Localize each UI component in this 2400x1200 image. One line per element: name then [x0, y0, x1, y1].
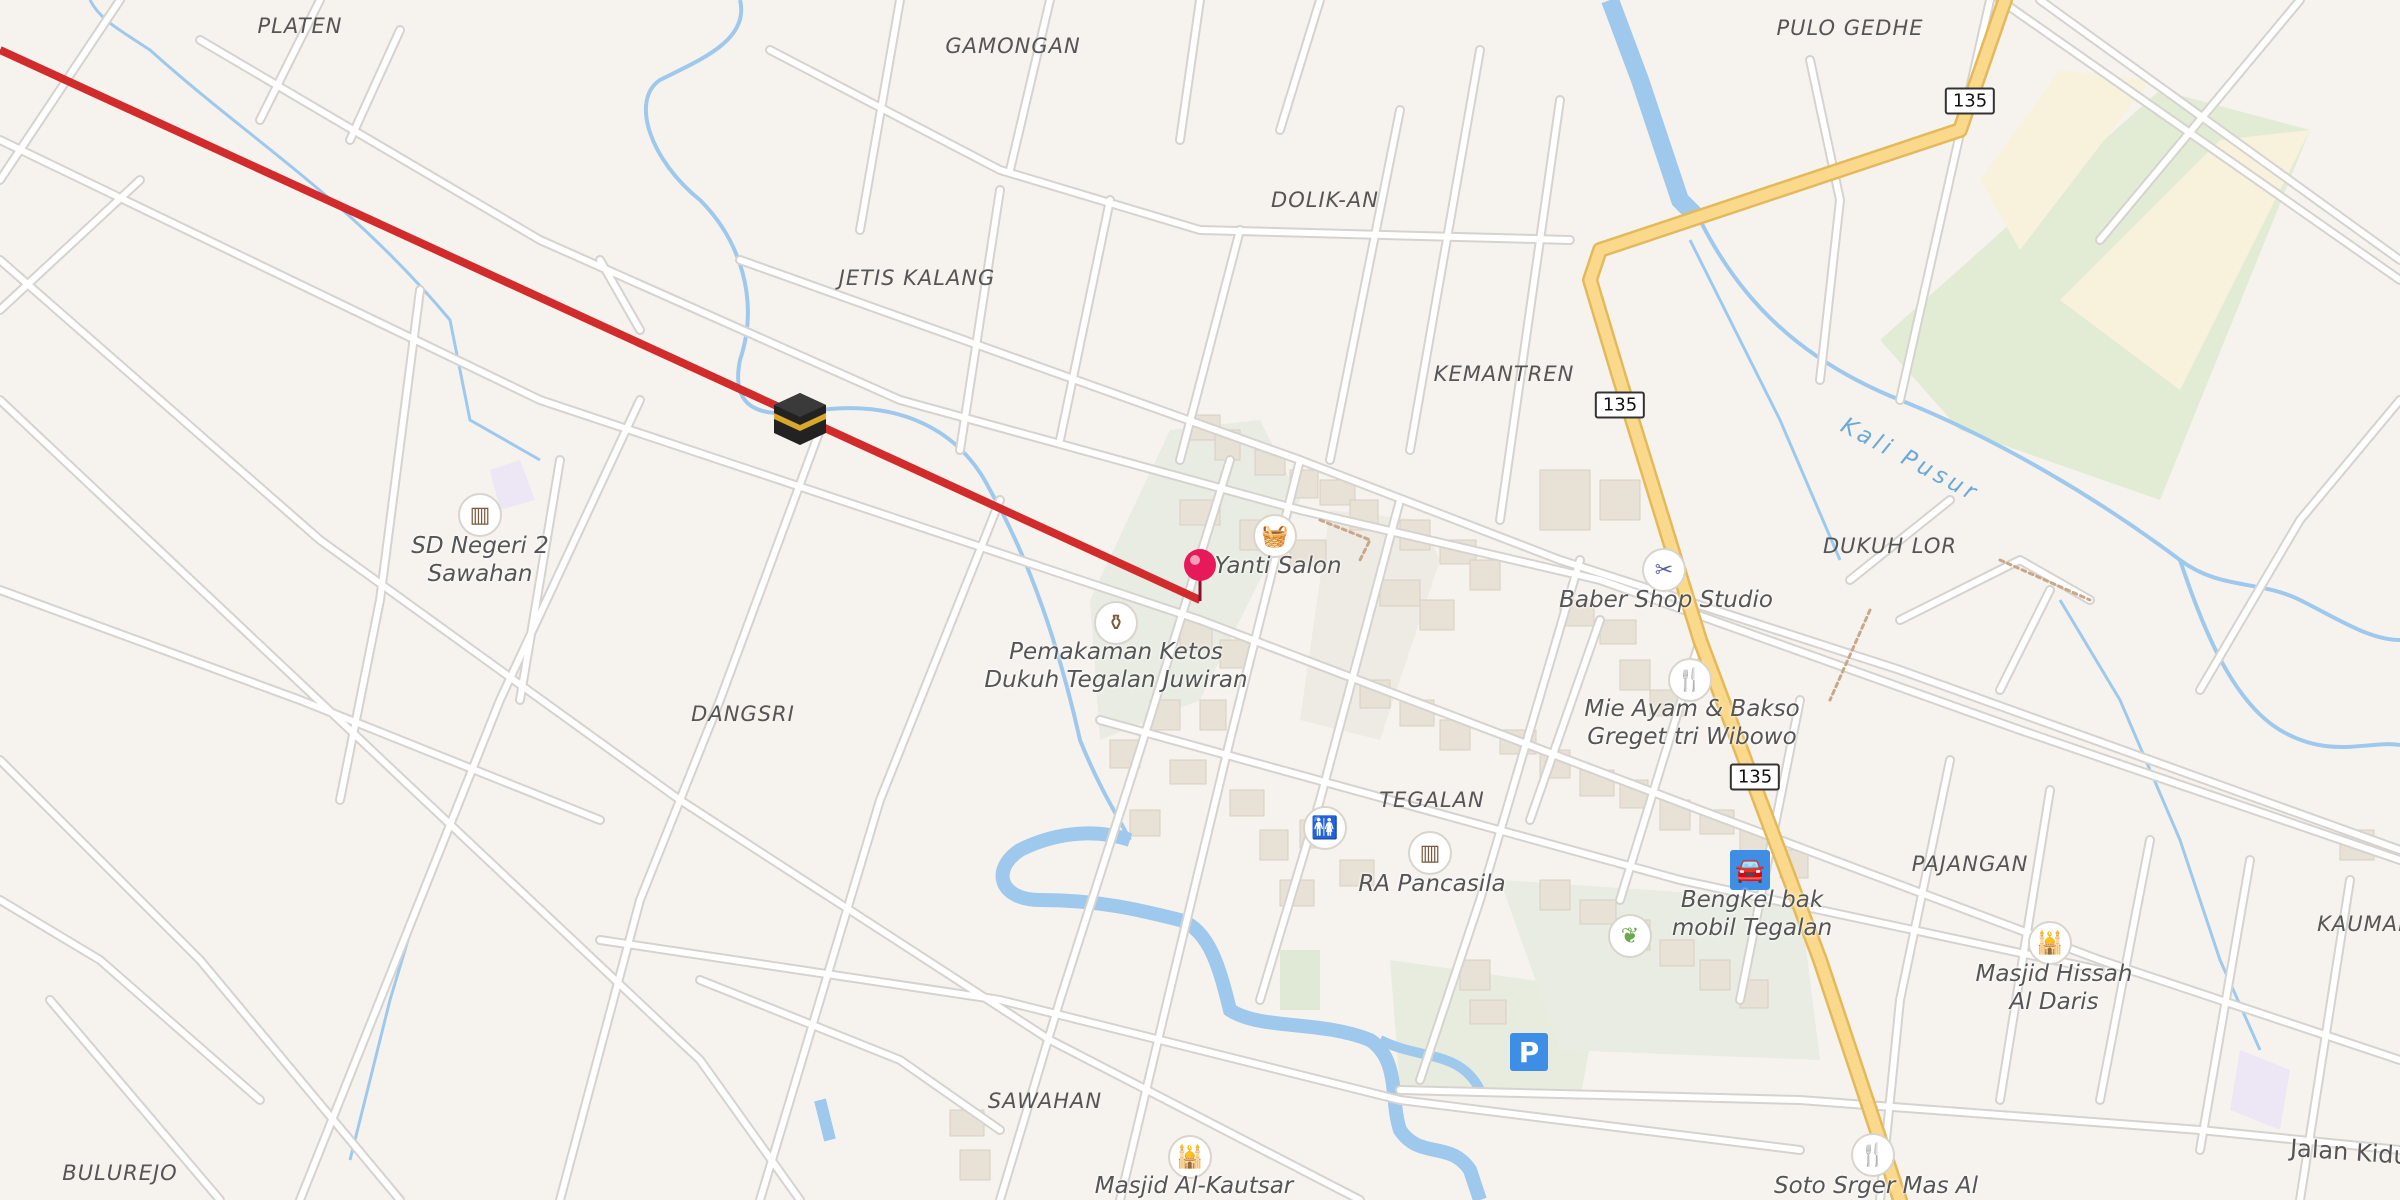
road-shield-135: 135: [1944, 87, 1996, 115]
place-label-jetis-kalang: JETIS KALANG: [838, 266, 996, 290]
poi-label-yanti-salon[interactable]: Yanti Salon: [1214, 552, 1341, 580]
place-label-kemantren: KEMANTREN: [1433, 362, 1575, 386]
school-icon[interactable]: ▥: [458, 493, 502, 537]
poi-label-masjid-al-kautsar[interactable]: Masjid Al-Kautsar: [1095, 1172, 1294, 1200]
poi-label-ra-pancasila[interactable]: RA Pancasila: [1358, 870, 1505, 898]
restaurant-icon[interactable]: 🍴: [1851, 1133, 1895, 1177]
poi-label-bengkel-bak-mobil[interactable]: Bengkel bak mobil Tegalan: [1672, 886, 1832, 942]
poi-label-soto-srger-mas-al[interactable]: Soto Srger Mas Al: [1774, 1172, 1978, 1200]
place-label-tegalan: TEGALAN: [1379, 788, 1485, 812]
poi-label-masjid-hissah[interactable]: Masjid Hissah Al Daris: [1976, 960, 2133, 1016]
poi-label-mie-ayam-bakso[interactable]: Mie Ayam & Bakso Greget tri Wibowo: [1584, 695, 1799, 751]
place-label-pulo-gedhe: PULO GEDHE: [1776, 16, 1924, 40]
place-label-platen: PLATEN: [257, 14, 343, 38]
parking-icon[interactable]: P: [1510, 1033, 1548, 1071]
place-label-sawahan: SAWAHAN: [987, 1089, 1103, 1113]
car-repair-icon[interactable]: 🚘: [1730, 850, 1770, 890]
map-canvas: [0, 0, 2400, 1200]
place-label-gamongan: GAMONGAN: [945, 34, 1081, 58]
toilets-icon[interactable]: 🚻: [1303, 806, 1347, 850]
mosque-icon[interactable]: 🕌: [2028, 921, 2072, 965]
road-shield-135: 135: [1594, 391, 1646, 419]
map-view[interactable]: PLATEN GAMONGAN PULO GEDHE DOLIK-AN JETI…: [0, 0, 2400, 1200]
garden-center-icon[interactable]: ❦: [1608, 914, 1652, 958]
place-label-kauman: KAUMAN: [2317, 912, 2400, 936]
poi-label-baber-shop-studio[interactable]: Baber Shop Studio: [1559, 586, 1773, 614]
poi-label-sd-negeri-2-sawahan[interactable]: SD Negeri 2 Sawahan: [411, 532, 549, 588]
place-label-dolik-an: DOLIK-AN: [1271, 188, 1379, 212]
place-label-dangsri: DANGSRI: [691, 702, 795, 726]
place-label-bulurejo: BULUREJO: [62, 1161, 178, 1185]
place-label-dukuh-lor: DUKUH LOR: [1823, 534, 1957, 558]
place-label-pajangan: PAJANGAN: [1911, 852, 2029, 876]
poi-label-pemakaman-ketos[interactable]: Pemakaman Ketos Dukuh Tegalan Juwiran: [984, 638, 1247, 694]
road-shield-135: 135: [1729, 763, 1781, 791]
school-icon[interactable]: ▥: [1408, 831, 1452, 875]
